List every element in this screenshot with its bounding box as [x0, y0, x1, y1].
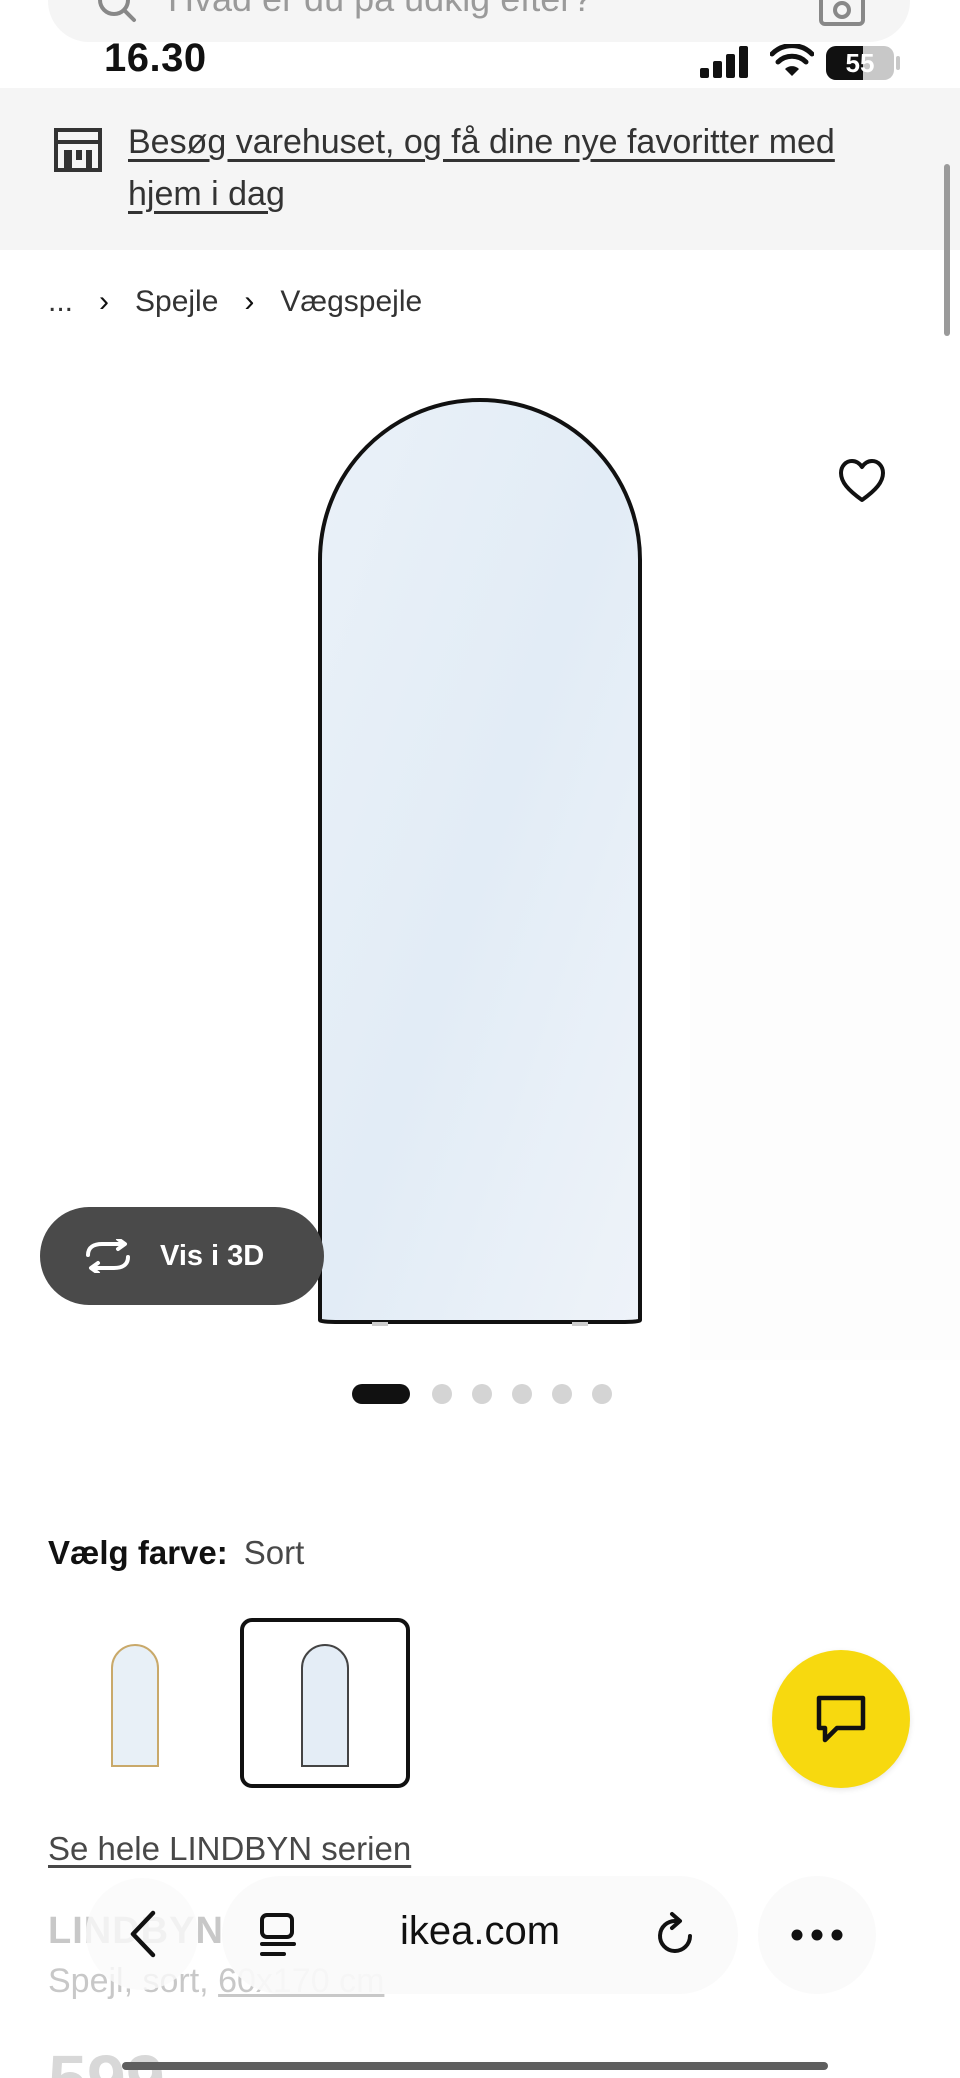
battery-level: 55: [845, 48, 875, 78]
chat-bubble-icon: [816, 1695, 866, 1743]
gallery-dot[interactable]: [472, 1384, 492, 1404]
gallery-pagination[interactable]: [352, 1384, 632, 1404]
rotate-3d-icon: [86, 1239, 130, 1273]
status-bar: 16.30 55: [0, 36, 960, 92]
chevron-right-icon: ›: [99, 285, 110, 318]
product-price: 599: [48, 2040, 165, 2078]
reload-icon[interactable]: [654, 1910, 698, 1958]
view-in-3d-button[interactable]: Vis i 3D: [40, 1207, 324, 1305]
search-placeholder: Hvad er du på udkig efter?: [168, 0, 592, 20]
store-icon: [54, 128, 102, 172]
gallery-dot-active[interactable]: [352, 1384, 410, 1404]
color-swatch-black-selected[interactable]: [240, 1618, 410, 1788]
chevron-left-icon: [130, 1910, 156, 1958]
breadcrumb-item-vaegspejle[interactable]: Vægspejle: [280, 285, 422, 319]
store-banner[interactable]: Besøg varehuset, og få dine nye favoritt…: [0, 88, 960, 250]
color-swatch-gold[interactable]: [50, 1618, 220, 1788]
gallery-dot[interactable]: [512, 1384, 532, 1404]
color-selector-label: Vælg farve: Sort: [48, 1534, 304, 1572]
ellipsis-icon: [791, 1929, 843, 1941]
browser-more-button[interactable]: [758, 1876, 876, 1994]
clock: 16.30: [104, 36, 207, 80]
chevron-right-icon: ›: [244, 285, 255, 318]
browser-back-button[interactable]: [86, 1878, 198, 1990]
view-in-3d-label: Vis i 3D: [160, 1239, 265, 1272]
color-label: Vælg farve:: [48, 1534, 228, 1571]
breadcrumb: ... › Spejle › Vægspejle: [48, 280, 422, 324]
store-banner-link[interactable]: Besøg varehuset, og få dine nye favoritt…: [128, 116, 908, 220]
browser-address-bar[interactable]: ikea.com: [222, 1876, 738, 1994]
search-icon: [98, 0, 136, 22]
gallery-dot[interactable]: [432, 1384, 452, 1404]
chat-button[interactable]: [772, 1650, 910, 1788]
home-indicator[interactable]: [122, 2062, 828, 2070]
camera-icon[interactable]: [818, 0, 866, 28]
gallery-dot[interactable]: [592, 1384, 612, 1404]
color-value: Sort: [243, 1534, 305, 1571]
cellular-signal-icon: [700, 46, 748, 78]
scrollbar[interactable]: [944, 164, 950, 336]
series-link[interactable]: Se hele LINDBYN serien: [48, 1830, 411, 1868]
breadcrumb-ellipsis[interactable]: ...: [48, 285, 73, 319]
gallery-dot[interactable]: [552, 1384, 572, 1404]
favourite-heart-icon[interactable]: [838, 458, 886, 504]
wifi-icon: [770, 44, 814, 76]
battery-icon: 55: [826, 46, 894, 80]
breadcrumb-item-spejle[interactable]: Spejle: [135, 285, 218, 319]
